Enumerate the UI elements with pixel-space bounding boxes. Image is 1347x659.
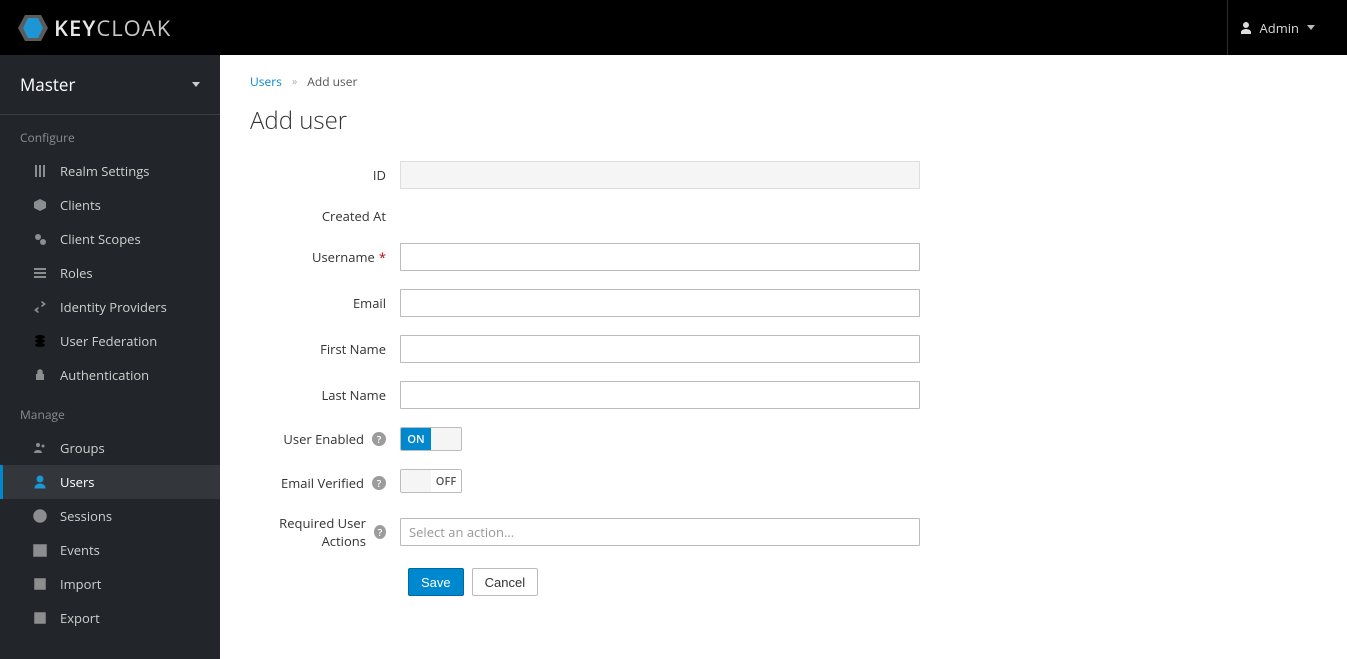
sidebar-item-groups[interactable]: Groups	[0, 431, 220, 465]
help-icon[interactable]: ?	[372, 476, 386, 490]
brand-name-bold: KEY	[54, 13, 96, 43]
sidebar-item-label: Clients	[60, 196, 101, 214]
chevron-down-icon	[192, 82, 200, 87]
sidebar-item-label: Realm Settings	[60, 162, 149, 180]
keycloak-logo-icon	[18, 15, 48, 41]
main-content: Users » Add user Add user ID Created At …	[220, 55, 1347, 659]
clock-icon	[32, 509, 48, 523]
sidebar-item-client-scopes[interactable]: Client Scopes	[0, 222, 220, 256]
sidebar-item-label: Events	[60, 541, 100, 559]
required-indicator: *	[379, 248, 386, 266]
lock-icon	[32, 368, 48, 382]
label-last-name: Last Name	[250, 386, 400, 404]
id-field	[400, 161, 920, 189]
calendar-icon	[32, 543, 48, 557]
brand-name-light: CLOAK	[96, 13, 171, 43]
top-bar: KEYCLOAK Admin	[0, 0, 1347, 55]
exchange-icon	[32, 300, 48, 314]
cube-icon	[32, 198, 48, 212]
sidebar-item-label: Client Scopes	[60, 230, 141, 248]
sidebar-item-label: Identity Providers	[60, 298, 167, 316]
first-name-field[interactable]	[400, 335, 920, 363]
breadcrumb-separator: »	[292, 74, 297, 89]
sidebar-item-events[interactable]: Events	[0, 533, 220, 567]
sidebar-item-realm-settings[interactable]: Realm Settings	[0, 154, 220, 188]
sidebar-item-export[interactable]: Export	[0, 601, 220, 635]
sidebar-item-label: Authentication	[60, 366, 149, 384]
label-created-at: Created At	[250, 207, 400, 225]
sidebar-item-label: Groups	[60, 439, 105, 457]
sidebar: Master Configure Realm Settings Clients …	[0, 55, 220, 659]
label-id: ID	[250, 166, 400, 184]
label-user-enabled: User Enabled	[283, 430, 364, 448]
select-placeholder: Select an action...	[409, 523, 514, 541]
email-field[interactable]	[400, 289, 920, 317]
user-enabled-toggle[interactable]: ON	[400, 427, 462, 451]
user-icon	[1240, 22, 1252, 34]
toggle-handle	[431, 428, 461, 450]
database-icon	[32, 334, 48, 348]
brand-logo[interactable]: KEYCLOAK	[18, 13, 171, 43]
users-group-icon	[32, 441, 48, 455]
sliders-icon	[32, 164, 48, 178]
realm-selector[interactable]: Master	[0, 55, 220, 115]
sidebar-item-label: Users	[60, 473, 94, 491]
sidebar-item-label: Export	[60, 609, 100, 627]
realm-name: Master	[20, 73, 75, 96]
sidebar-section-manage: Manage	[0, 392, 220, 431]
sidebar-item-import[interactable]: Import	[0, 567, 220, 601]
sidebar-item-users[interactable]: Users	[0, 465, 220, 499]
sidebar-section-configure: Configure	[0, 115, 220, 154]
list-icon	[32, 266, 48, 280]
gears-icon	[32, 232, 48, 246]
breadcrumb: Users » Add user	[250, 73, 1317, 90]
brand-name: KEYCLOAK	[54, 13, 171, 43]
sidebar-item-roles[interactable]: Roles	[0, 256, 220, 290]
label-email-verified: Email Verified	[281, 474, 364, 492]
sidebar-item-label: User Federation	[60, 332, 157, 350]
sidebar-item-authentication[interactable]: Authentication	[0, 358, 220, 392]
breadcrumb-current: Add user	[307, 73, 357, 90]
sidebar-item-user-federation[interactable]: User Federation	[0, 324, 220, 358]
label-username: Username	[312, 248, 375, 266]
email-verified-toggle[interactable]: OFF	[400, 469, 462, 493]
save-button[interactable]: Save	[408, 568, 464, 596]
sidebar-item-sessions[interactable]: Sessions	[0, 499, 220, 533]
user-label: Admin	[1260, 19, 1299, 37]
page-title: Add user	[250, 104, 1317, 137]
sidebar-item-clients[interactable]: Clients	[0, 188, 220, 222]
required-actions-select[interactable]: Select an action...	[400, 518, 920, 546]
help-icon[interactable]: ?	[372, 432, 386, 446]
user-icon	[32, 475, 48, 489]
sidebar-item-label: Import	[60, 575, 101, 593]
label-first-name: First Name	[250, 340, 400, 358]
sidebar-item-label: Roles	[60, 264, 93, 282]
toggle-handle	[401, 470, 431, 492]
help-icon[interactable]: ?	[374, 525, 386, 539]
sidebar-item-identity-providers[interactable]: Identity Providers	[0, 290, 220, 324]
toggle-off-label: OFF	[431, 470, 461, 492]
toggle-on-label: ON	[401, 428, 431, 450]
last-name-field[interactable]	[400, 381, 920, 409]
username-field[interactable]	[400, 243, 920, 271]
label-email: Email	[250, 294, 400, 312]
user-menu[interactable]: Admin	[1227, 0, 1327, 55]
sidebar-item-label: Sessions	[60, 507, 112, 525]
chevron-down-icon	[1307, 25, 1315, 30]
export-icon	[32, 611, 48, 625]
breadcrumb-link-users[interactable]: Users	[250, 73, 282, 90]
import-icon	[32, 577, 48, 591]
label-required-actions: Required User Actions	[250, 514, 366, 550]
cancel-button[interactable]: Cancel	[472, 568, 538, 596]
